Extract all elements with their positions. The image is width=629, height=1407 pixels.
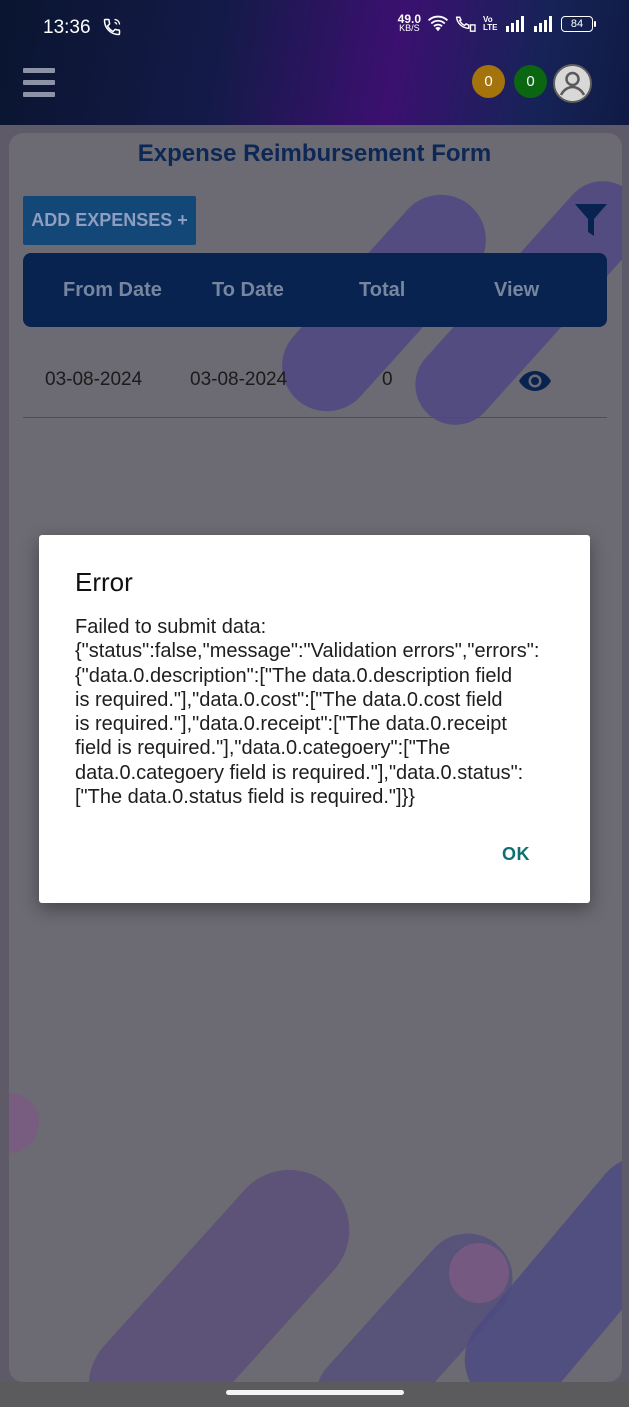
user-icon xyxy=(555,66,590,101)
status-bar: 13:36 49.0 KB/S Vo LTE 84 xyxy=(0,0,629,56)
filter-icon[interactable] xyxy=(574,202,608,238)
table-row: 03-08-2024 03-08-2024 0 xyxy=(23,345,607,418)
error-dialog: Error Failed to submit data: {"status":f… xyxy=(39,535,590,903)
signal-icon-1 xyxy=(506,16,524,32)
dialog-title: Error xyxy=(75,567,133,597)
status-time: 13:36 xyxy=(43,17,91,38)
cell-total: 0 xyxy=(382,369,393,390)
battery-indicator: 84 xyxy=(561,16,596,32)
net-speed: 49.0 KB/S xyxy=(398,13,421,33)
volte-label: Vo LTE xyxy=(483,15,498,32)
cell-to-date: 03-08-2024 xyxy=(190,369,288,390)
wifi-calling-icon xyxy=(455,16,476,32)
menu-icon[interactable] xyxy=(23,68,55,98)
notification-badge-green[interactable]: 0 xyxy=(514,65,547,98)
net-speed-unit: KB/S xyxy=(399,23,420,33)
dialog-message: Failed to submit data: {"status":false,"… xyxy=(75,616,540,809)
background-decoration xyxy=(449,1243,509,1303)
view-eye-icon[interactable] xyxy=(518,369,552,393)
wifi-call-icon xyxy=(103,18,121,36)
notification-badge-orange[interactable]: 0 xyxy=(472,65,505,98)
status-icons: 49.0 KB/S Vo LTE 84 xyxy=(398,13,596,33)
avatar[interactable] xyxy=(553,64,592,103)
column-header-view: View xyxy=(494,279,540,301)
page-title: Expense Reimbursement Form xyxy=(137,140,492,167)
home-indicator[interactable] xyxy=(226,1390,404,1395)
wifi-icon xyxy=(427,15,449,32)
background-decoration xyxy=(64,1145,374,1382)
table-header: From Date To Date Total View xyxy=(23,253,607,327)
column-header-total: Total xyxy=(359,279,406,301)
column-header-to-date: To Date xyxy=(212,279,284,301)
column-header-from-date: From Date xyxy=(63,279,162,301)
signal-icon-2 xyxy=(534,16,552,32)
background-decoration xyxy=(9,1093,39,1153)
app-header: 13:36 49.0 KB/S Vo LTE 84 0 0 xyxy=(0,0,629,125)
cell-from-date: 03-08-2024 xyxy=(45,369,143,390)
ok-button[interactable]: OK xyxy=(502,844,530,865)
add-expenses-button[interactable]: ADD EXPENSES + xyxy=(23,196,196,245)
